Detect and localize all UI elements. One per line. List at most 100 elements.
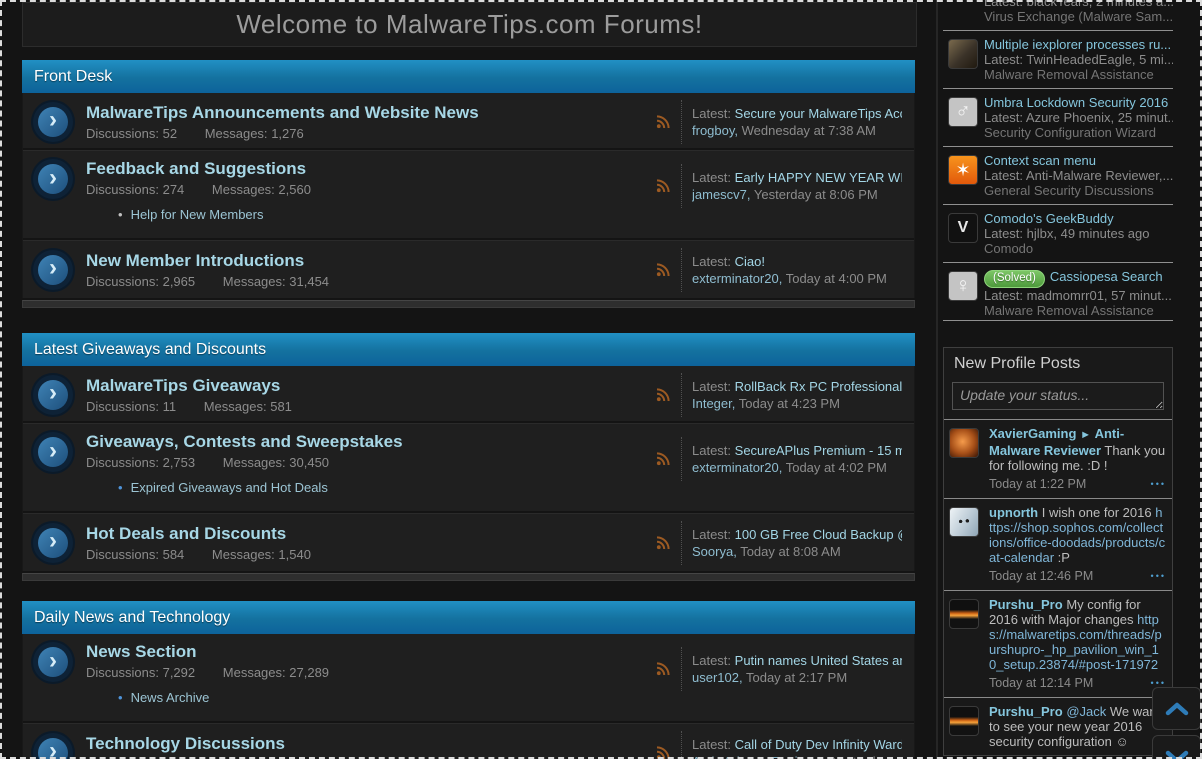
forum-title-link[interactable]: Feedback and Suggestions [86,159,652,179]
thread-title-link[interactable]: Comodo's GeekBuddy [984,211,1114,226]
forum-title-link[interactable]: Giveaways, Contests and Sweepstakes [86,432,652,452]
latest-time[interactable]: Today at 4:02 PM [786,460,887,475]
post-timestamp[interactable]: Today at 12:14 PM [989,676,1093,691]
latest-time[interactable]: Yesterday at 1:08 [832,754,902,759]
forum-node-icon[interactable]: › [33,159,73,199]
latest-user-link[interactable]: exterminator20, [692,271,782,286]
forum-node-icon[interactable]: › [33,101,73,142]
forum-node-icon[interactable]: › [33,642,73,682]
rss-icon[interactable] [652,114,674,129]
rss-icon[interactable] [652,179,674,193]
thread-forum-link[interactable]: Malware Removal Assistance [984,67,1173,82]
latest-user-link[interactable]: exterminator20, [692,460,782,475]
forum-title-link[interactable]: MalwareTips Announcements and Website Ne… [86,103,652,123]
thread-forum-link[interactable]: Virus Exchange (Malware Sam... [984,9,1173,24]
forum-title-link[interactable]: Hot Deals and Discounts [86,524,652,544]
avatar[interactable]: ♂ [948,97,978,127]
latest-time[interactable]: Today at 2:17 PM [746,670,847,685]
thread-latest-line[interactable]: Latest: Azure Phoenix, 25 minut... [984,110,1173,125]
subforum-link[interactable]: Help for New Members [131,207,264,222]
latest-time[interactable]: Wednesday at 7:38 AM [742,123,876,138]
forum-title-link[interactable]: News Section [86,642,652,662]
latest-user-link[interactable]: frogboy, [692,123,738,138]
latest-thread-link[interactable]: Putin names United States am... [735,653,902,668]
latest-time[interactable]: Today at 8:08 AM [740,544,840,559]
latest-user-link[interactable]: jamescv7, [692,187,751,202]
thread-latest-line[interactable]: Latest: Anti-Malware Reviewer,... [984,168,1173,183]
thread-forum-link[interactable]: Malware Removal Assistance [984,303,1173,318]
rss-icon[interactable] [652,535,674,550]
avatar[interactable] [948,39,978,69]
thread-latest-line[interactable]: Latest: madmomrr01, 57 minut... [984,288,1173,303]
category-header[interactable]: Daily News and Technology [22,601,915,634]
post-timestamp[interactable]: Today at 12:46 PM [989,569,1093,584]
discussions-label: Discussions: [86,125,159,141]
username-link[interactable]: Purshu_Pro [989,704,1063,719]
username-link[interactable]: XavierGaming [989,426,1076,441]
latest-thread-link[interactable]: 100 GB Free Cloud Backup @ ... [735,527,902,542]
forum-title-link[interactable]: Technology Discussions [86,734,652,754]
thread-title-link[interactable]: Multiple iexplorer processes ru... [984,37,1171,52]
rss-icon[interactable] [652,452,674,466]
post-menu-ellipsis[interactable]: ••• [1151,569,1166,584]
forum-node-icon[interactable]: › [33,249,73,290]
rss-icon[interactable] [652,387,674,402]
latest-time[interactable]: Yesterday at 8:06 PM [754,187,878,202]
category-header[interactable]: Latest Giveaways and Discounts [22,333,915,366]
rss-icon[interactable] [652,662,674,676]
status-update-input[interactable] [952,382,1164,410]
scroll-up-button[interactable] [1152,687,1201,730]
forum-title-link[interactable]: New Member Introductions [86,251,652,271]
avast-logo-avatar[interactable]: ✶ [948,155,978,185]
thread-latest-line[interactable]: Latest: hjlbx, 49 minutes ago [984,226,1173,241]
thread-forum-link[interactable]: Security Configuration Wizard [984,125,1173,140]
username-link[interactable]: Purshu_Pro [989,597,1063,612]
latest-thread-link[interactable]: SecureAPlus Premium - 15 mo... [735,443,902,458]
latest-thread-link[interactable]: Call of Duty Dev Infinity Ward ... [735,737,902,752]
post-timestamp[interactable]: Today at 1:22 PM [989,477,1086,492]
latest-user-link[interactable]: Anti-Malware Reviewer, [692,754,829,759]
rss-icon[interactable] [652,745,674,759]
solved-badge[interactable]: (Solved) [984,270,1045,288]
forum-node-icon[interactable]: › [33,522,73,563]
forum-row: › Giveaways, Contests and Sweepstakes Di… [23,423,914,513]
rss-icon[interactable] [652,262,674,277]
thread-title-link[interactable]: Cassiopesa Search [1050,269,1163,284]
avatar[interactable] [949,706,979,736]
thread-title-link[interactable]: Context scan menu [984,153,1096,168]
geekbuddy-logo-avatar[interactable]: V [948,213,978,243]
latest-thread-link[interactable]: RollBack Rx PC Professional Ed... [735,379,902,394]
avatar[interactable] [949,507,979,537]
thread-latest-line[interactable]: Latest: TwinHeadedEagle, 5 mi... [984,52,1173,67]
latest-user-link[interactable]: Integer, [692,396,735,411]
thread-forum-link[interactable]: Comodo [984,241,1173,256]
female-symbol-icon: ♀ [955,274,971,297]
forum-node-icon[interactable]: › [33,732,73,759]
latest-time[interactable]: Today at 4:00 PM [786,271,887,286]
thread-title-link[interactable]: Umbra Lockdown Security 2016 [984,95,1168,110]
avatar[interactable]: ♀ [948,271,978,301]
latest-user-link[interactable]: user102, [692,670,743,685]
subforum-link[interactable]: Expired Giveaways and Hot Deals [131,480,328,495]
latest-thread-link[interactable]: Ciao! [735,254,765,269]
scroll-down-button[interactable] [1152,735,1201,759]
panel-heading: New Profile Posts [954,355,1081,372]
thread-latest-line[interactable]: Latest: blackTears, 2 minutes a... [984,0,1173,9]
category-header[interactable]: Front Desk [22,60,915,93]
avatar[interactable] [949,599,979,629]
latest-thread-link[interactable]: Early HAPPY NEW YEAR WISH... [735,170,902,185]
subforum-link[interactable]: News Archive [131,690,210,705]
latest-user-link[interactable]: Soorya, [692,544,737,559]
avatar[interactable] [949,428,979,458]
username-link[interactable]: upnorth [989,505,1038,520]
forum-node-icon[interactable]: › [33,374,73,415]
post-menu-ellipsis[interactable]: ••• [1151,477,1166,492]
mention-link[interactable]: @Jack [1066,704,1106,719]
bullet-icon: • [118,207,123,222]
forum-node-icon[interactable]: › [33,432,73,472]
discussions-count: 2,965 [162,273,196,289]
latest-thread-link[interactable]: Secure your MalwareTips Acco... [735,106,902,121]
latest-time[interactable]: Today at 4:23 PM [739,396,840,411]
thread-forum-link[interactable]: General Security Discussions [984,183,1173,198]
forum-title-link[interactable]: MalwareTips Giveaways [86,376,652,396]
